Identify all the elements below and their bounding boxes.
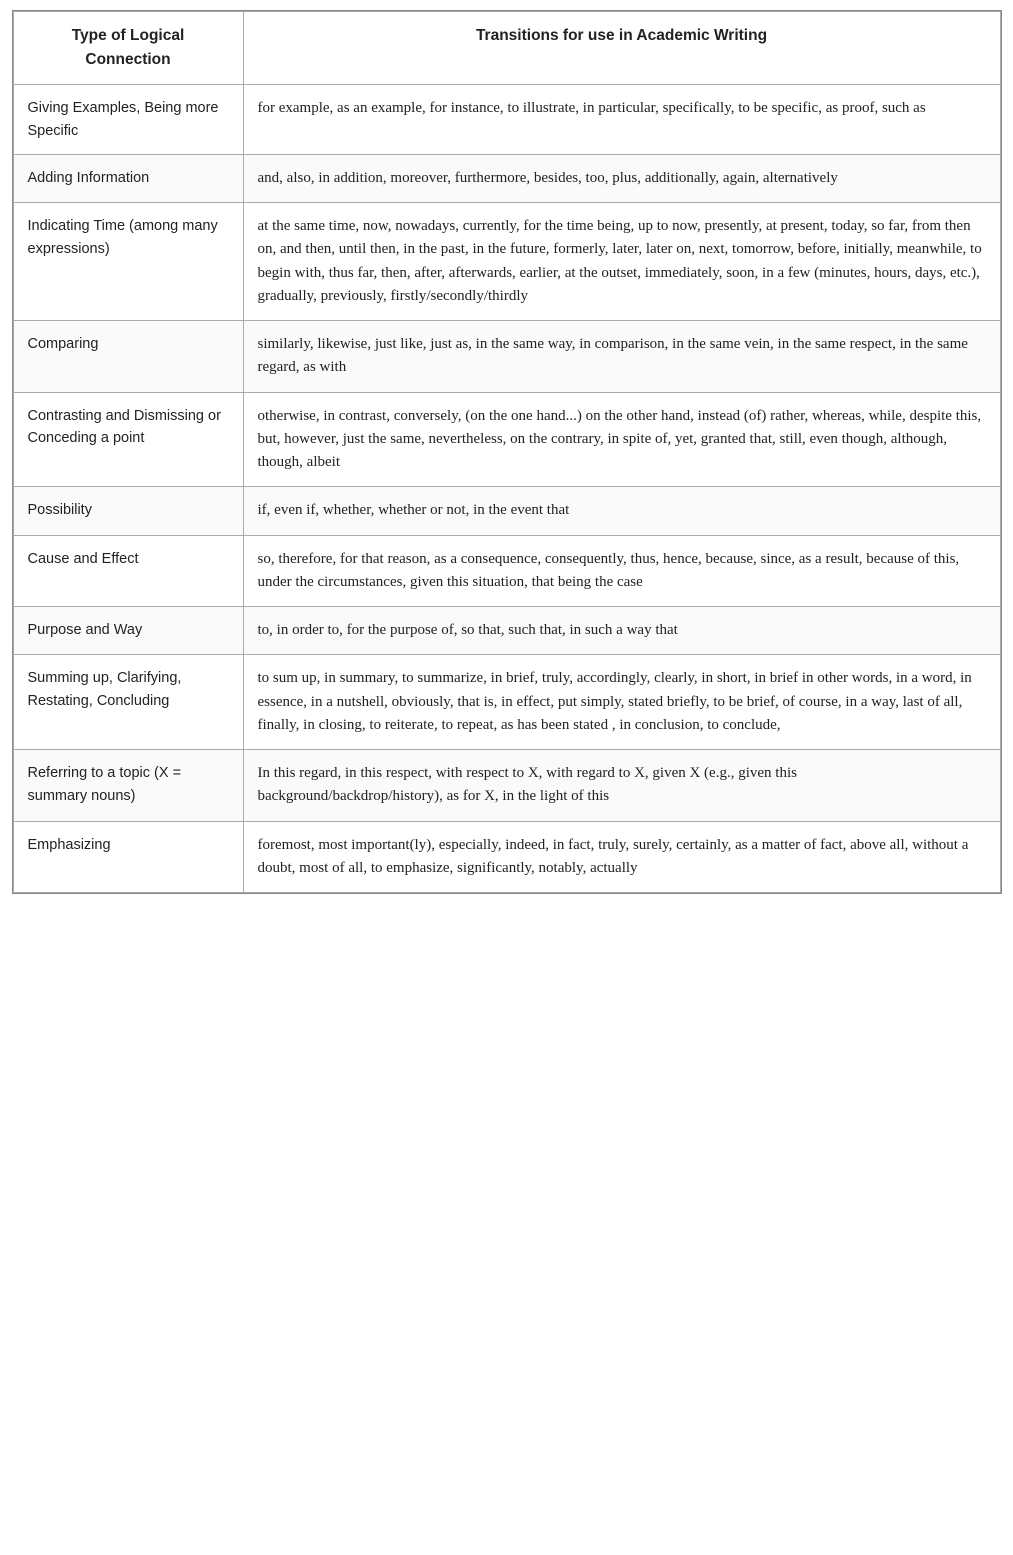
row-transitions-0: for example, as an example, for instance… xyxy=(243,85,1000,155)
row-transitions-3: similarly, likewise, just like, just as,… xyxy=(243,321,1000,393)
row-transitions-9: In this regard, in this respect, with re… xyxy=(243,750,1000,822)
table-row: Emphasizingforemost, most important(ly),… xyxy=(13,821,1000,893)
transitions-table: Type of Logical Connection Transitions f… xyxy=(12,10,1002,894)
row-type-10: Emphasizing xyxy=(13,821,243,893)
row-type-2: Indicating Time (among many expressions) xyxy=(13,203,243,321)
row-type-8: Summing up, Clarifying, Restating, Concl… xyxy=(13,655,243,750)
table-row: Giving Examples, Being more Specificfor … xyxy=(13,85,1000,155)
table-row: Comparingsimilarly, likewise, just like,… xyxy=(13,321,1000,393)
row-transitions-5: if, even if, whether, whether or not, in… xyxy=(243,487,1000,535)
row-type-0: Giving Examples, Being more Specific xyxy=(13,85,243,155)
row-type-5: Possibility xyxy=(13,487,243,535)
row-type-6: Cause and Effect xyxy=(13,535,243,607)
table-row: Cause and Effectso, therefore, for that … xyxy=(13,535,1000,607)
header-col2: Transitions for use in Academic Writing xyxy=(243,12,1000,85)
table-row: Indicating Time (among many expressions)… xyxy=(13,203,1000,321)
row-type-1: Adding Information xyxy=(13,154,243,202)
table-row: Possibilityif, even if, whether, whether… xyxy=(13,487,1000,535)
table-row: Adding Informationand, also, in addition… xyxy=(13,154,1000,202)
row-transitions-6: so, therefore, for that reason, as a con… xyxy=(243,535,1000,607)
row-transitions-2: at the same time, now, nowadays, current… xyxy=(243,203,1000,321)
row-transitions-8: to sum up, in summary, to summarize, in … xyxy=(243,655,1000,750)
row-transitions-1: and, also, in addition, moreover, furthe… xyxy=(243,154,1000,202)
row-type-7: Purpose and Way xyxy=(13,607,243,655)
table-row: Referring to a topic (X = summary nouns)… xyxy=(13,750,1000,822)
header-col1: Type of Logical Connection xyxy=(13,12,243,85)
row-type-4: Contrasting and Dismissing or Conceding … xyxy=(13,392,243,487)
row-type-9: Referring to a topic (X = summary nouns) xyxy=(13,750,243,822)
row-transitions-4: otherwise, in contrast, conversely, (on … xyxy=(243,392,1000,487)
table-row: Contrasting and Dismissing or Conceding … xyxy=(13,392,1000,487)
row-type-3: Comparing xyxy=(13,321,243,393)
table-row: Summing up, Clarifying, Restating, Concl… xyxy=(13,655,1000,750)
row-transitions-7: to, in order to, for the purpose of, so … xyxy=(243,607,1000,655)
row-transitions-10: foremost, most important(ly), especially… xyxy=(243,821,1000,893)
table-row: Purpose and Wayto, in order to, for the … xyxy=(13,607,1000,655)
